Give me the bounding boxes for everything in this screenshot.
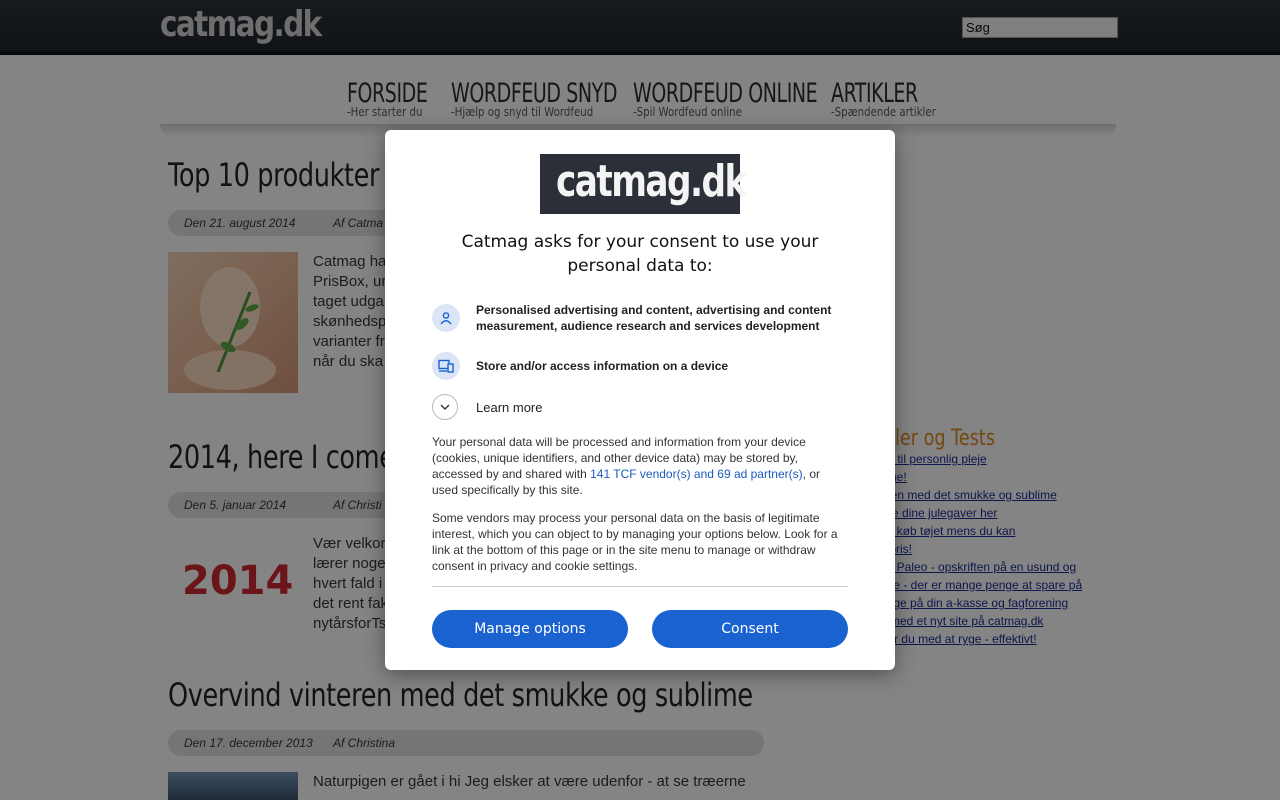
- consent-paragraph-2: Some vendors may process your personal d…: [432, 511, 838, 573]
- chevron-down-icon[interactable]: [432, 394, 458, 420]
- consent-dialog: catmag.dk Catmag asks for your consent t…: [385, 130, 895, 670]
- consent-heading: Catmag asks for your consent to use your…: [461, 232, 819, 276]
- consent-button[interactable]: Consent: [652, 610, 848, 648]
- divider: [432, 586, 848, 587]
- purpose-personalised: Personalised advertising and content, ad…: [432, 302, 846, 334]
- purpose-text: Personalised advertising and content, ad…: [476, 303, 832, 333]
- devices-icon: [432, 352, 460, 380]
- learn-more-toggle[interactable]: Learn more: [432, 394, 542, 420]
- consent-logo-text: catmag.dk: [556, 156, 747, 207]
- consent-paragraph-1: Your personal data will be processed and…: [432, 434, 847, 498]
- person-icon: [432, 304, 460, 332]
- purpose-storage: Store and/or access information on a dev…: [432, 352, 846, 380]
- purpose-text: Store and/or access information on a dev…: [476, 359, 729, 373]
- learn-more-label[interactable]: Learn more: [476, 400, 542, 415]
- manage-options-button[interactable]: Manage options: [432, 610, 628, 648]
- vendors-link[interactable]: 141 TCF vendor(s) and 69 ad partner(s): [590, 467, 803, 481]
- consent-logo: catmag.dk: [540, 154, 747, 214]
